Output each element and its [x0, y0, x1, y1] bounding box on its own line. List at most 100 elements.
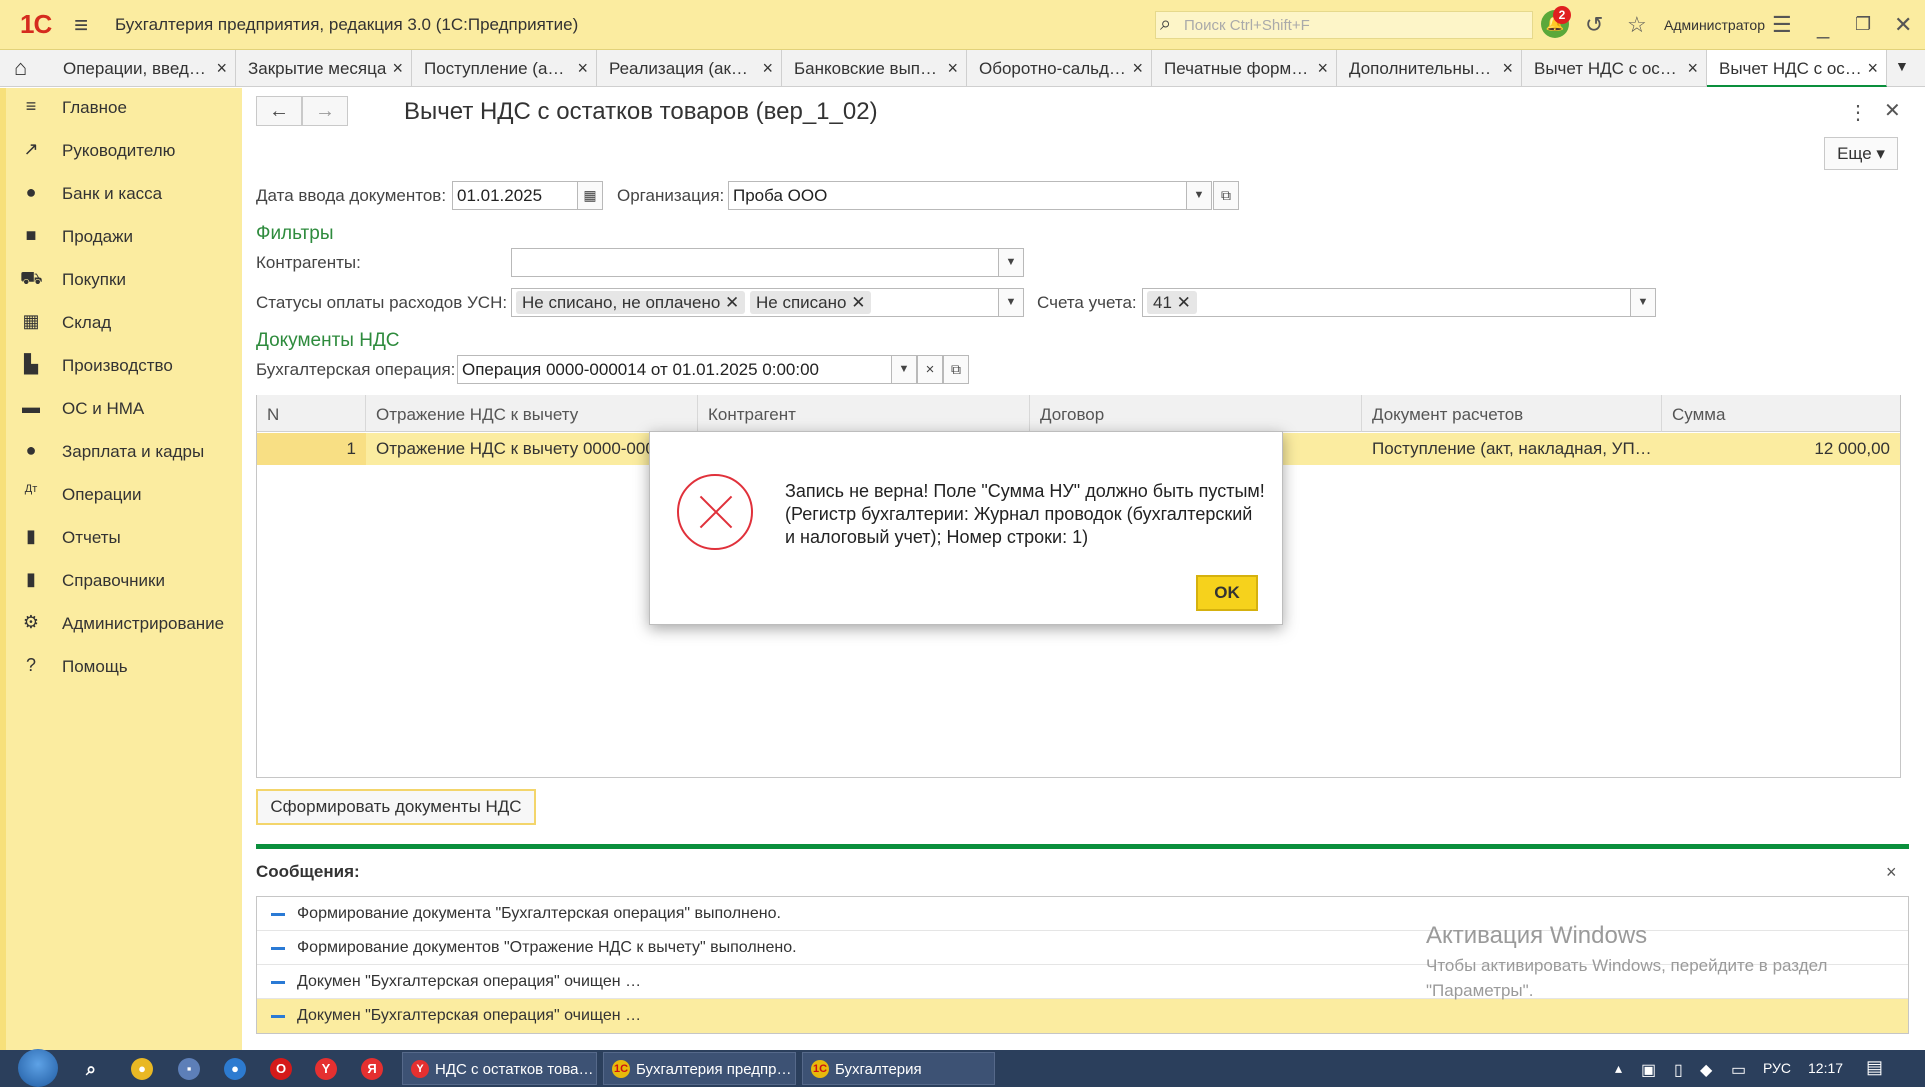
tab-bank-statements[interactable]: Банковские вып… × [782, 50, 967, 87]
tab-additional[interactable]: Дополнительны… × [1337, 50, 1522, 87]
clock[interactable]: 12:17 [1808, 1060, 1843, 1076]
home-icon[interactable]: ⌂ [14, 55, 27, 81]
minimize-icon[interactable]: _ [1817, 14, 1829, 40]
restore-icon[interactable]: ❐ [1855, 14, 1871, 35]
messages-close-icon[interactable]: × [1886, 862, 1897, 883]
warehouse-icon: ▦ [22, 311, 40, 331]
taskbar-app-1c-enterprise[interactable]: 1С Бухгалтерия предпр… [603, 1052, 796, 1085]
tab-receipt[interactable]: Поступление (а… × [412, 50, 597, 87]
message-text: Формирование документа "Бухгалтерская оп… [297, 905, 781, 922]
tabs-dropdown-icon[interactable]: ▼ [1895, 58, 1909, 74]
sidebar-item-label: Продажи [62, 227, 133, 246]
opera-icon[interactable]: O [270, 1058, 292, 1080]
1c-icon: 1С [612, 1060, 630, 1078]
tab-print-forms[interactable]: Печатные форм… × [1152, 50, 1337, 87]
back-button[interactable]: ← [256, 96, 302, 126]
tab-close-icon[interactable]: × [1502, 50, 1513, 87]
network-app-icon[interactable]: ▪ [178, 1058, 200, 1080]
main-menu-icon[interactable]: ≡ [74, 12, 88, 40]
tab-vat-deduction-1[interactable]: Вычет НДС с ос… × [1522, 50, 1707, 87]
chip-remove-icon[interactable]: ✕ [1177, 293, 1191, 312]
favorites-star-icon[interactable]: ☆ [1627, 12, 1647, 38]
tab-close-icon[interactable]: × [1317, 50, 1328, 87]
forward-button[interactable]: → [302, 96, 348, 126]
sidebar-item-label: Главное [62, 98, 127, 117]
chip-remove-icon[interactable]: ✕ [725, 293, 739, 312]
tab-operations[interactable]: Операции, введ… × [51, 50, 236, 87]
tray-device-icon[interactable]: ▯ [1674, 1060, 1683, 1080]
counterparties-field[interactable] [511, 248, 999, 277]
accounts-field[interactable] [1142, 288, 1632, 317]
tray-network-icon[interactable]: ▭ [1731, 1060, 1746, 1080]
message-item[interactable]: Формирование документа "Бухгалтерская оп… [257, 897, 1908, 931]
tray-security-icon[interactable]: ◆ [1700, 1060, 1712, 1080]
column-header[interactable]: Отражение НДС к вычету [366, 395, 698, 432]
calendar-icon[interactable]: ▦ [577, 181, 603, 210]
generate-vat-documents-button[interactable]: Сформировать документы НДС [256, 789, 536, 825]
tray-app-icon[interactable]: ▣ [1641, 1060, 1656, 1080]
dt-kt-icon: Дт [24, 483, 38, 495]
sidebar-item-label: Администрирование [62, 614, 225, 633]
tab-month-close[interactable]: Закрытие месяца × [236, 50, 412, 87]
operation-clear-icon[interactable]: × [917, 355, 943, 384]
search-icon[interactable]: ⌕ [80, 1058, 102, 1080]
table-cell[interactable]: Поступление (акт, накладная, УП… [1362, 433, 1662, 465]
taskbar-app-1c-accounting[interactable]: 1С Бухгалтерия [802, 1052, 995, 1085]
tab-close-icon[interactable]: × [577, 50, 588, 87]
action-center-icon[interactable]: ▤ [1866, 1057, 1883, 1078]
column-header[interactable]: Договор [1030, 395, 1362, 432]
usn-status-dropdown-icon[interactable]: ▼ [998, 288, 1024, 317]
organization-dropdown-icon[interactable]: ▼ [1186, 181, 1212, 210]
start-button-icon[interactable] [18, 1049, 58, 1087]
yandex-browser-icon[interactable]: Y [315, 1058, 337, 1080]
window-close-icon[interactable]: ✕ [1894, 12, 1912, 38]
more-button[interactable]: Еще ▾ [1824, 137, 1898, 170]
chrome-icon[interactable]: ● [131, 1058, 153, 1080]
more-actions-icon[interactable]: ⋮ [1848, 100, 1868, 125]
operation-dropdown-icon[interactable]: ▼ [891, 355, 917, 384]
usn-status-chip[interactable]: Не списано, не оплачено ✕ [516, 291, 746, 314]
message-item[interactable]: Докумен "Бухгалтерская операция" очищен … [257, 999, 1908, 1033]
tab-turnover-balance[interactable]: Оборотно-сальд… × [967, 50, 1152, 87]
table-cell[interactable]: 12 000,00 [1662, 433, 1900, 465]
chip-remove-icon[interactable]: ✕ [851, 293, 865, 312]
browser-icon[interactable]: ● [224, 1058, 246, 1080]
table-cell[interactable]: 1 [257, 433, 366, 465]
user-name[interactable]: Администратор [1664, 17, 1765, 33]
tab-close-icon[interactable]: × [762, 50, 773, 87]
organization-open-icon[interactable]: ⧉ [1213, 181, 1239, 210]
form-close-icon[interactable]: ✕ [1884, 98, 1901, 123]
organization-field[interactable]: Проба ООО [728, 181, 1198, 210]
keyboard-language[interactable]: РУС [1763, 1060, 1791, 1076]
column-header[interactable]: Сумма [1662, 395, 1900, 432]
account-chip[interactable]: 41 ✕ [1147, 291, 1197, 314]
tab-sales[interactable]: Реализация (ак… × [597, 50, 782, 87]
counterparties-dropdown-icon[interactable]: ▼ [998, 248, 1024, 277]
activation-watermark-title: Активация Windows [1426, 922, 1648, 949]
accounts-dropdown-icon[interactable]: ▼ [1630, 288, 1656, 317]
book-icon: ▮ [26, 569, 36, 589]
operation-field[interactable]: Операция 0000-000014 от 01.01.2025 0:00:… [457, 355, 893, 384]
column-header[interactable]: N [257, 395, 366, 432]
tab-close-icon[interactable]: × [1867, 50, 1878, 85]
truck-icon: ▬ [22, 397, 40, 417]
history-icon[interactable]: ↺ [1585, 12, 1603, 38]
operation-open-icon[interactable]: ⧉ [943, 355, 969, 384]
tray-expand-icon[interactable]: ▴ [1615, 1060, 1622, 1077]
tab-close-icon[interactable]: × [1132, 50, 1143, 87]
tab-close-icon[interactable]: × [392, 50, 403, 87]
tab-close-icon[interactable]: × [1687, 50, 1698, 87]
search-input[interactable]: Поиск Ctrl+Shift+F [1155, 11, 1533, 39]
usn-status-chip[interactable]: Не списано ✕ [750, 291, 872, 314]
column-header[interactable]: Документ расчетов [1362, 395, 1662, 432]
yandex-icon[interactable]: Я [361, 1058, 383, 1080]
tab-close-icon[interactable]: × [216, 50, 227, 87]
settings-lines-icon[interactable]: ☰ [1772, 12, 1792, 38]
message-text: Докумен "Бухгалтерская операция" очищен … [297, 1007, 642, 1024]
tab-close-icon[interactable]: × [947, 50, 958, 87]
ok-button[interactable]: OK [1196, 575, 1258, 611]
date-field[interactable]: 01.01.2025 [452, 181, 578, 210]
tab-vat-deduction-active[interactable]: Вычет НДС с ос… × [1707, 50, 1887, 87]
column-header[interactable]: Контрагент [698, 395, 1030, 432]
taskbar-app-browser[interactable]: Y НДС с остатков това… [402, 1052, 597, 1085]
